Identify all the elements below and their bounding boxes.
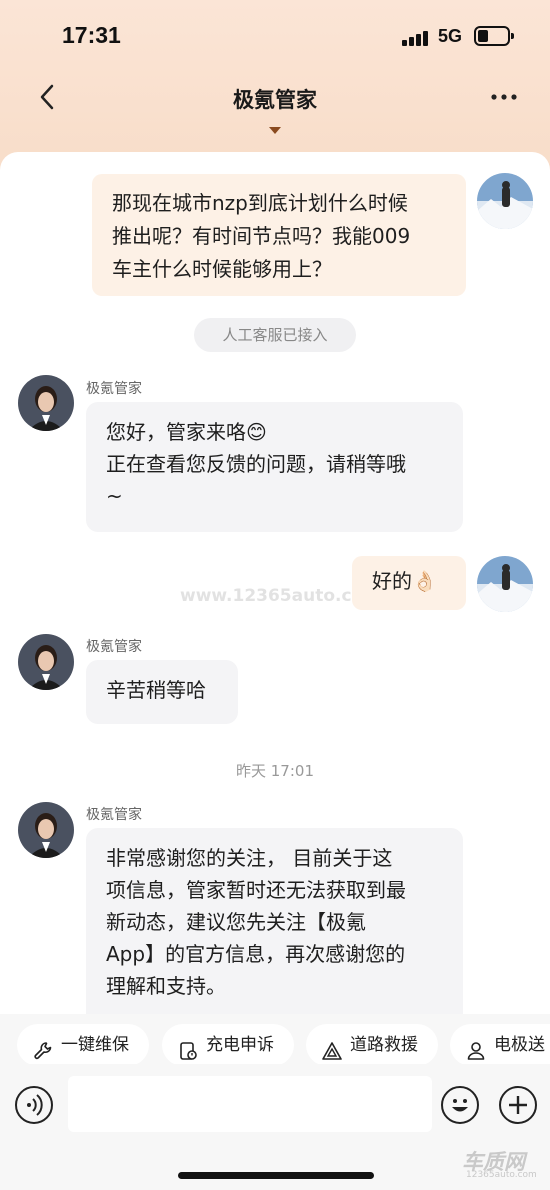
agent-message-bubble: 辛苦稍等哈 [86, 660, 238, 724]
signal-icon [402, 30, 432, 46]
agent-name: 极氪管家 [86, 381, 142, 397]
quick-action-power-delivery[interactable]: 电极送 [450, 1024, 550, 1066]
system-notice: 人工客服已接入 [194, 318, 356, 352]
agent-message-bubble: 非常感谢您的关注， 目前关于这 项信息，管家暂时还无法获取到最 新动态，建议您先… [86, 828, 463, 1022]
charge-complaint-icon [178, 1035, 198, 1060]
message-line: 好的👌🏻 [372, 569, 437, 593]
quick-action-label: 道路救援 [350, 1035, 418, 1055]
message-line: App】的官方信息，再次感谢您的 [106, 942, 406, 966]
message-line: 正在查看您反馈的问题，请稍等哦 [106, 452, 406, 476]
message-line: 非常感谢您的关注， 目前关于这 [106, 846, 393, 870]
page-title: 极氪管家 [233, 88, 317, 112]
message-input[interactable] [68, 1076, 432, 1132]
quick-action-charge-complaint[interactable]: 充电申诉 [162, 1024, 294, 1066]
quick-action-maintenance[interactable]: 一键维保 [17, 1024, 149, 1066]
emoji-icon[interactable] [441, 1086, 479, 1124]
message-line: 车主什么时候能够用上？ [112, 257, 332, 281]
message-line: 新动态，建议您先关注【极氪 [106, 910, 366, 934]
message-line: 辛苦稍等哈 [106, 678, 206, 702]
user-message-bubble: 好的👌🏻 [352, 556, 466, 610]
message-line: 推出呢？有时间节点吗？我能009 [112, 224, 411, 248]
status-bar: 17:31 5G [0, 0, 550, 70]
home-indicator[interactable] [178, 1172, 374, 1179]
input-bar: 车质网 12365auto.com [0, 1064, 550, 1190]
agent-name: 极氪管家 [86, 807, 142, 823]
watermark: www.12365auto.com [180, 586, 381, 606]
network-label: 5G [438, 26, 463, 46]
quick-action-label: 一键维保 [61, 1035, 129, 1055]
caret-down-icon[interactable] [269, 127, 281, 134]
message-line: 理解和支持。 [106, 974, 226, 998]
message-line: 那现在城市nzp到底计划什么时候 [112, 191, 408, 215]
user-avatar[interactable] [477, 173, 533, 229]
person-icon [466, 1035, 486, 1060]
message-line: 您好，管家来咯😊 [106, 420, 267, 444]
quick-action-label: 电极送 [494, 1035, 545, 1055]
user-avatar[interactable] [477, 556, 533, 612]
user-message-bubble: 那现在城市nzp到底计划什么时候 推出呢？有时间节点吗？我能009 车主什么时候… [92, 174, 466, 296]
agent-message-bubble: 您好，管家来咯😊 正在查看您反馈的问题，请稍等哦 ~ [86, 402, 463, 532]
agent-avatar[interactable] [18, 802, 74, 858]
voice-icon[interactable] [15, 1086, 53, 1124]
more-icon[interactable] [484, 80, 524, 114]
corner-logo-url: 12365auto.com [466, 1170, 537, 1180]
warning-triangle-icon [322, 1035, 342, 1060]
plus-icon[interactable] [499, 1086, 537, 1124]
quick-action-label: 充电申诉 [206, 1035, 274, 1055]
message-line: ~ [106, 484, 123, 508]
timestamp: 昨天 17:01 [236, 762, 314, 780]
battery-icon [474, 26, 514, 46]
quick-action-road-rescue[interactable]: 道路救援 [306, 1024, 438, 1066]
agent-avatar[interactable] [18, 634, 74, 690]
message-line: 项信息，管家暂时还无法获取到最 [106, 878, 406, 902]
status-time: 17:31 [62, 22, 121, 48]
agent-name: 极氪管家 [86, 639, 142, 655]
agent-avatar[interactable] [18, 375, 74, 431]
wrench-icon [33, 1035, 53, 1060]
chat-area: 那现在城市nzp到底计划什么时候 推出呢？有时间节点吗？我能009 车主什么时候… [0, 152, 550, 1022]
